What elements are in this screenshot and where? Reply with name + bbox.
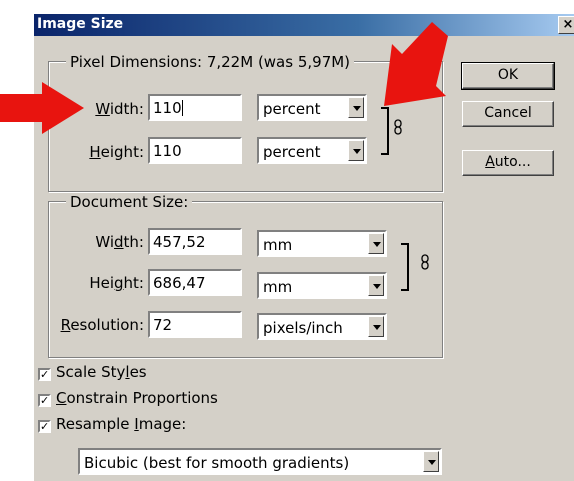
pixel-height-unit-select[interactable]: percent (257, 137, 367, 164)
resolution-unit-value: pixels/inch (263, 319, 343, 337)
resample-method-value: Bicubic (best for smooth gradients) (84, 454, 350, 472)
pixel-height-label: Height: (89, 143, 144, 161)
chevron-down-icon[interactable] (423, 451, 439, 472)
pixel-height-unit-value: percent (263, 143, 321, 161)
doc-height-input[interactable]: 686,47 (148, 269, 242, 296)
pixel-width-unit-value: percent (263, 100, 321, 118)
ok-button[interactable]: OK (461, 62, 555, 90)
doc-width-unit-select[interactable]: mm (257, 230, 387, 257)
doc-width-input[interactable]: 457,52 (148, 228, 242, 255)
pixel-width-unit-select[interactable]: percent (257, 94, 367, 121)
resample-image-checkbox[interactable]: ✓ (38, 420, 51, 433)
resample-image-label: Resample Image: (56, 415, 187, 433)
title-bar: Image Size × (34, 14, 574, 36)
constrain-proportions-checkbox[interactable]: ✓ (38, 394, 51, 407)
pixel-dimensions-legend: Pixel Dimensions: 7,22M (was 5,97M) (66, 53, 355, 71)
scale-styles-label: Scale Styles (56, 363, 147, 381)
resample-method-select[interactable]: Bicubic (best for smooth gradients) (78, 448, 442, 475)
resolution-label: Resolution: (60, 316, 144, 334)
doc-height-label: Height: (89, 274, 144, 292)
chain-link-icon (421, 254, 429, 270)
doc-width-label: Width: (95, 233, 144, 251)
chevron-down-icon[interactable] (348, 140, 364, 161)
chain-link-icon (394, 119, 402, 135)
doc-height-unit-select[interactable]: mm (257, 272, 387, 299)
pixel-constrain-bracket (381, 107, 389, 155)
red-arrow-top (384, 22, 448, 106)
chevron-down-icon[interactable] (368, 316, 384, 337)
scale-styles-checkbox[interactable]: ✓ (38, 368, 51, 381)
pixel-height-input[interactable]: 110 (148, 137, 242, 164)
doc-height-unit-value: mm (263, 278, 293, 296)
image-size-dialog: Image Size × Pixel Dimensions: 7,22M (wa… (34, 14, 574, 481)
constrain-proportions-label: Constrain Proportions (56, 389, 218, 407)
resolution-input[interactable]: 72 (148, 311, 242, 338)
resolution-unit-select[interactable]: pixels/inch (257, 313, 387, 340)
cancel-button[interactable]: Cancel (462, 101, 554, 127)
dialog-title: Image Size (37, 16, 124, 32)
doc-constrain-bracket (401, 243, 409, 291)
red-arrow-left (0, 82, 84, 134)
pixel-width-input[interactable]: 110 (148, 94, 242, 121)
doc-width-unit-value: mm (263, 236, 293, 254)
chevron-down-icon[interactable] (368, 275, 384, 296)
chevron-down-icon[interactable] (368, 233, 384, 254)
auto-button[interactable]: Auto... (462, 150, 554, 176)
close-icon[interactable]: × (558, 16, 574, 34)
document-size-legend: Document Size: (66, 193, 193, 211)
